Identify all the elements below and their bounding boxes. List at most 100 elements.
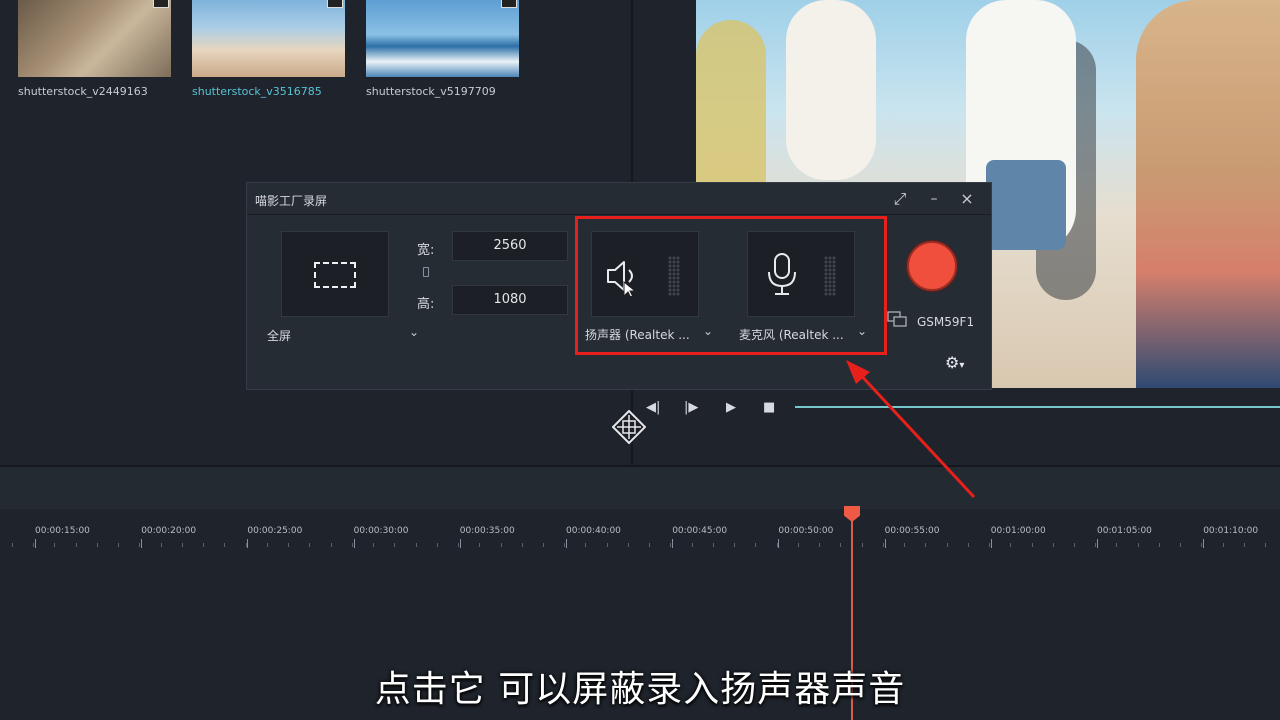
ruler-minor-tick [181, 543, 183, 547]
ruler-minor-tick [330, 543, 332, 547]
stop-button[interactable]: ■ [763, 400, 775, 416]
timeline-ruler[interactable]: 00:00:15:00 00:00:20:00 00:00:25:00 00:00:3… [0, 509, 1280, 551]
ruler-minor-tick [309, 543, 311, 547]
ruler-minor-tick [479, 543, 481, 547]
ruler-minor-tick [500, 543, 502, 547]
microphone-level-meter [824, 256, 836, 296]
width-label: 宽: [417, 243, 435, 258]
minimize-button[interactable]: – [925, 190, 943, 208]
speaker-toggle-button[interactable] [591, 231, 699, 317]
chevron-down-icon[interactable]: ⌄ [857, 324, 867, 338]
ruler-time-label: 00:00:45:00 [672, 526, 728, 536]
ruler-minor-tick [967, 543, 969, 547]
ruler-time-label: 00:01:00:00 [990, 526, 1046, 536]
ruler-minor-tick [734, 543, 736, 547]
aspect-lock-icon[interactable] [423, 267, 429, 277]
video-badge-icon [501, 0, 517, 8]
ruler-time-label: 00:00:15:00 [35, 526, 90, 536]
video-editor: shutterstock_v2449163 shutterstock_v3516… [0, 0, 1280, 720]
speaker-device-label[interactable]: 扬声器 (Realtek ... [585, 326, 690, 343]
ruler-minor-tick [203, 543, 205, 547]
ruler-minor-tick [904, 543, 906, 547]
expand-icon[interactable]: ⤢ [891, 190, 909, 208]
microphone-icon [768, 253, 796, 295]
close-button[interactable]: × [958, 190, 976, 208]
previous-frame-button[interactable]: ◀| [646, 400, 660, 416]
thumbnail-image [192, 0, 345, 77]
ruler-minor-tick [1137, 543, 1139, 547]
monitor-icon[interactable] [887, 311, 907, 329]
record-button[interactable] [907, 241, 957, 291]
ruler-time-label: 00:00:20:00 [141, 526, 197, 536]
monitor-name[interactable]: GSM59F1 [917, 315, 974, 329]
ruler-minor-tick [691, 543, 693, 547]
ruler-minor-tick [819, 543, 821, 547]
media-thumbnail[interactable] [18, 0, 171, 77]
microphone-device-label[interactable]: 麦克风 (Realtek ... [739, 326, 844, 343]
thumbnail-image [18, 0, 171, 77]
preview-figure [786, 0, 876, 180]
subtitle-caption: 点击它 可以屏蔽录入扬声器声音 [374, 669, 906, 710]
dialog-title: 喵影工厂录屏 [255, 194, 328, 208]
ruler-minor-tick [755, 543, 757, 547]
height-input[interactable]: 1080 [452, 285, 568, 315]
ruler-time-label: 00:00:50:00 [778, 526, 834, 536]
ruler-major-tick [566, 539, 567, 548]
ruler-minor-tick [54, 543, 56, 547]
ruler-minor-tick [415, 543, 417, 547]
media-caption-selected: shutterstock_v3516785 [192, 85, 322, 98]
media-thumbnail[interactable] [366, 0, 519, 77]
ruler-major-tick [990, 539, 992, 548]
settings-gear-icon[interactable]: ⚙▾ [945, 353, 977, 375]
ruler-minor-tick [351, 543, 353, 547]
next-frame-button[interactable]: |▶ [684, 400, 698, 416]
ruler-minor-tick [33, 543, 35, 547]
video-badge-icon [153, 0, 169, 8]
capture-region-button[interactable] [281, 231, 389, 317]
ruler-minor-tick [861, 543, 863, 547]
ruler-time-label: 00:01:10:00 [1203, 526, 1259, 536]
dialog-titlebar[interactable]: 喵影工厂录屏 ⤢ – × [247, 183, 991, 215]
ruler-minor-tick [288, 543, 290, 547]
screen-recorder-dialog: 喵影工厂录屏 ⤢ – × 全屏 ⌄ 宽: 2560 高: 1080 扬声器 (R… [246, 182, 992, 390]
ruler-minor-tick [564, 543, 566, 547]
ruler-minor-tick [649, 543, 651, 547]
capture-mode-value: 全屏 [267, 329, 292, 343]
ruler-time-label: 00:00:55:00 [884, 526, 940, 536]
ruler-major-tick [247, 539, 249, 548]
ruler-major-tick [778, 539, 780, 548]
ruler-major-tick [884, 539, 886, 548]
ruler-minor-tick [1265, 543, 1267, 547]
ruler-minor-tick [436, 543, 438, 547]
ruler-time-label: 00:00:40:00 [566, 526, 621, 536]
ruler-minor-tick [12, 543, 13, 547]
width-input[interactable]: 2560 [452, 231, 568, 261]
ruler-minor-tick [585, 543, 587, 547]
speaker-icon [607, 261, 637, 296]
media-caption: shutterstock_v5197709 [366, 85, 496, 98]
media-thumbnail[interactable] [192, 0, 345, 77]
microphone-toggle-button[interactable] [747, 231, 855, 317]
ruler-time-label: 00:00:35:00 [459, 526, 515, 536]
ruler-minor-tick [266, 543, 268, 547]
capture-mode-dropdown[interactable]: 全屏 ⌄ [267, 325, 419, 345]
ruler-minor-tick [1201, 543, 1203, 547]
playback-progress-bar[interactable] [795, 406, 1280, 408]
ruler-major-tick [1097, 539, 1098, 548]
speaker-level-meter [668, 256, 680, 296]
ruler-time-label: 00:00:30:00 [353, 526, 409, 536]
play-button[interactable]: ▶ [726, 400, 736, 416]
ruler-major-tick [672, 539, 674, 548]
ruler-minor-tick [1222, 543, 1224, 547]
ruler-minor-tick [670, 543, 672, 547]
ruler-minor-tick [96, 543, 98, 547]
ruler-minor-tick [606, 543, 608, 547]
height-label: 高: [417, 297, 435, 312]
ruler-minor-tick [118, 543, 120, 547]
ruler-minor-tick [458, 543, 460, 547]
media-caption: shutterstock_v2449163 [18, 85, 148, 98]
chevron-down-icon[interactable]: ⌄ [703, 324, 713, 338]
ruler-minor-tick [882, 543, 884, 547]
ruler-time-label: 00:01:05:00 [1097, 526, 1152, 536]
ruler-minor-tick [1158, 543, 1160, 547]
